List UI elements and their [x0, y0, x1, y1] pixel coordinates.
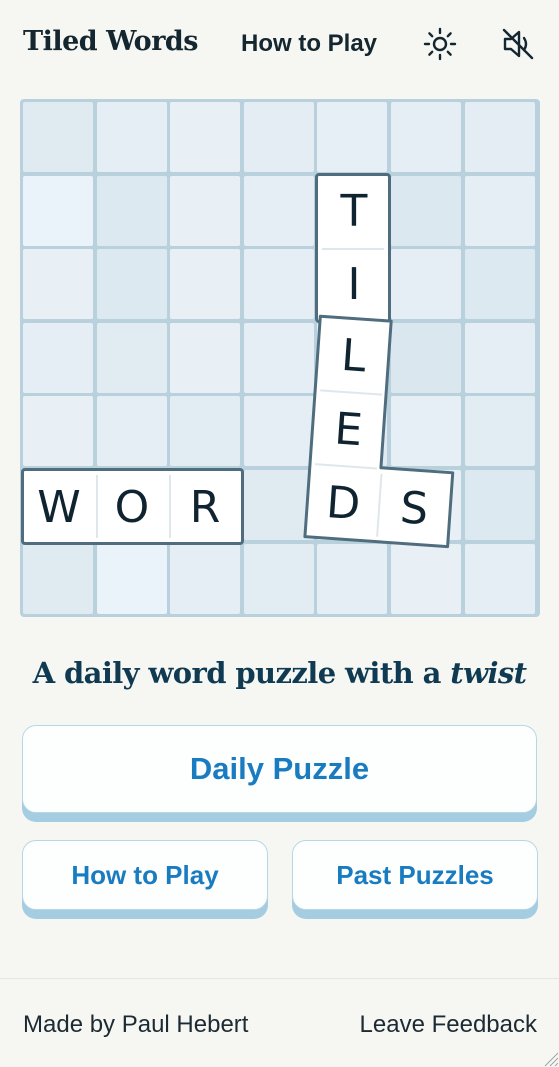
tile-letter: W: [37, 481, 81, 533]
board-cell: [170, 175, 241, 246]
board-cell: [464, 543, 535, 614]
past-puzzles-button[interactable]: Past Puzzles: [292, 840, 538, 910]
board-cell: [170, 102, 241, 172]
nav-how-to-play-link[interactable]: How to Play: [241, 30, 377, 58]
tiled-top-tile-group[interactable]: T I: [315, 173, 391, 323]
tagline-emphasis: twist: [450, 656, 527, 690]
sound-muted-icon: [502, 28, 534, 60]
board-cell: [243, 470, 314, 540]
brand-title[interactable]: Tiled Words: [23, 26, 199, 57]
tile-letter: O: [114, 481, 150, 533]
board-cell: [464, 322, 535, 393]
board-cell: [23, 175, 93, 246]
board-cell: [23, 322, 93, 393]
tile-letter: I: [347, 258, 361, 310]
board-cell: [96, 175, 167, 246]
board-cell: [243, 322, 314, 393]
board-cell: [23, 396, 93, 467]
board-cell: [243, 249, 314, 320]
board-cell: [464, 102, 535, 172]
board-cell: [464, 249, 535, 320]
daily-puzzle-button[interactable]: Daily Puzzle: [22, 725, 537, 813]
board-cell: [317, 470, 388, 540]
board-cell: [23, 249, 93, 320]
board-cell: [170, 543, 241, 614]
word-tile-group[interactable]: W O R: [21, 468, 244, 545]
how-to-play-button[interactable]: How to Play: [22, 840, 268, 910]
board-cell: [243, 102, 314, 172]
board-cell: [243, 175, 314, 246]
board-cell: [96, 322, 167, 393]
board-cell: [317, 396, 388, 467]
theme-toggle-button[interactable]: [422, 26, 458, 62]
board-cell: [317, 102, 388, 172]
footer: Made by Paul Hebert Leave Feedback: [0, 978, 559, 1067]
resize-grip-icon[interactable]: [539, 1047, 559, 1067]
board-cell: [464, 175, 535, 246]
author-credit: Made by Paul Hebert: [23, 1011, 249, 1038]
board-cell: [243, 396, 314, 467]
board-cell: [317, 543, 388, 614]
app-header: Tiled Words How to Play: [0, 0, 559, 90]
board-cell: [391, 102, 461, 172]
board-cell: [96, 249, 167, 320]
board-cell: [317, 322, 388, 393]
board-cell: [96, 543, 167, 614]
board-cell: [23, 102, 93, 172]
board-cell: [391, 470, 461, 540]
board-cell: [464, 396, 535, 467]
tile-letter: T: [340, 185, 368, 237]
board-cell: [464, 470, 535, 540]
sound-toggle-button[interactable]: [500, 26, 536, 62]
board-cell: [391, 249, 461, 320]
board-cell: [170, 322, 241, 393]
tile-letter: R: [189, 481, 221, 533]
board-cell: [243, 543, 314, 614]
tagline-text: A daily word puzzle with a: [32, 656, 451, 690]
tagline: A daily word puzzle with a twist: [0, 656, 559, 690]
board-cell: [391, 396, 461, 467]
board-cell: [170, 396, 241, 467]
board-cell: [391, 543, 461, 614]
board-cell: [23, 543, 93, 614]
board-cell: [170, 249, 241, 320]
board-cell: [391, 322, 461, 393]
board-cell: [391, 175, 461, 246]
board-cell: [96, 396, 167, 467]
sun-icon: [423, 27, 457, 61]
board-cell: [96, 102, 167, 172]
leave-feedback-link[interactable]: Leave Feedback: [360, 1011, 537, 1039]
